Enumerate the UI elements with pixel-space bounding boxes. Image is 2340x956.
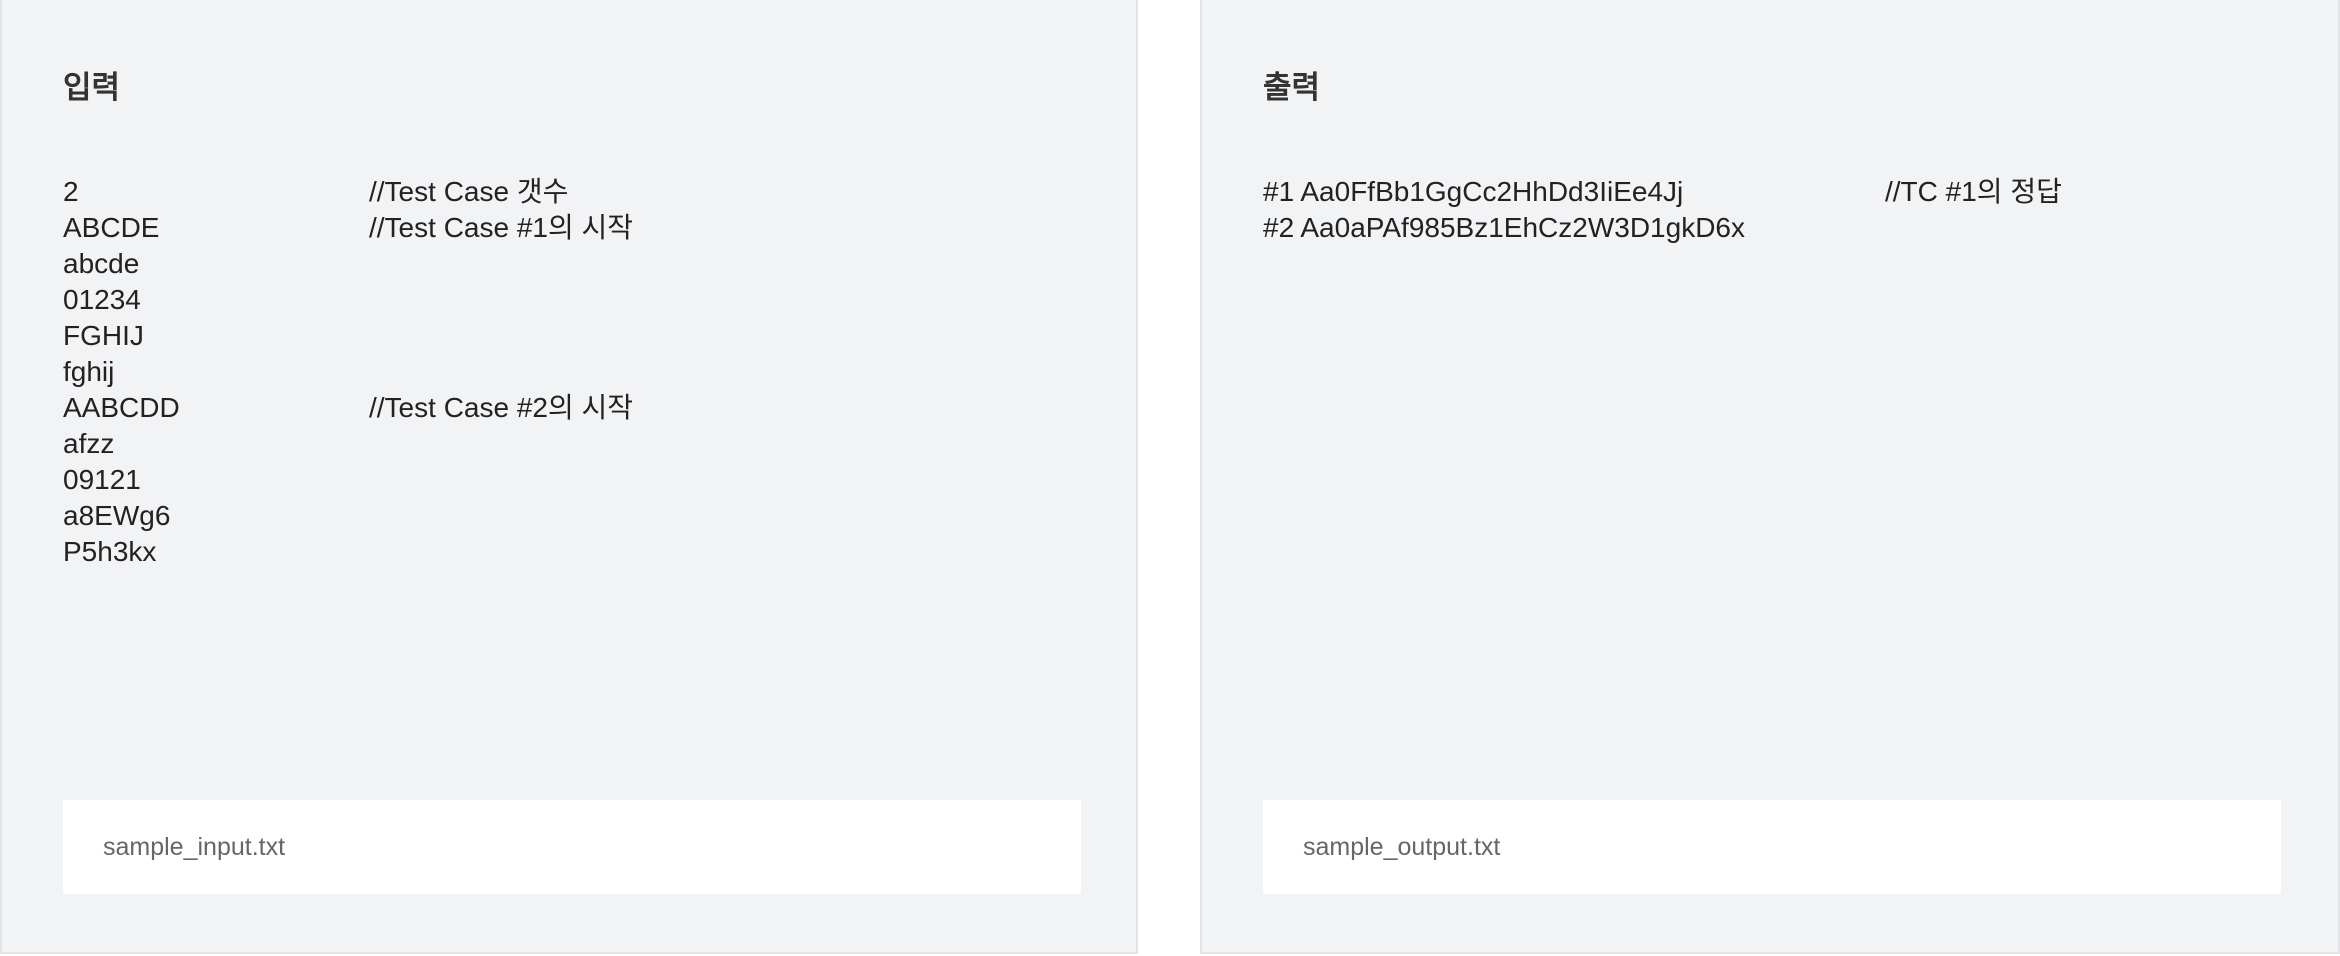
line-text: #2 Aa0aPAf985Bz1EhCz2W3D1gkD6x	[1263, 212, 1745, 243]
input-line: 2 //Test Case 갯수	[63, 174, 568, 210]
line-text: fghij	[63, 356, 115, 387]
line-text: 2	[63, 176, 79, 207]
line-text: P5h3kx	[63, 536, 157, 567]
output-title: 출력	[1263, 70, 1321, 105]
output-panel: 출력 #1 Aa0FfBb1GgCc2HhDd3IiEe4Jj //TC #1의 …	[1200, 0, 2340, 954]
input-line: AABCDD //Test Case #2의 시작	[63, 390, 633, 426]
input-line: fghij	[63, 354, 180, 390]
output-line: #1 Aa0FfBb1GgCc2HhDd3IiEe4Jj //TC #1의 정답	[1263, 174, 2062, 210]
input-line: 01234	[63, 282, 180, 318]
line-text: ABCDE	[63, 212, 160, 243]
input-title: 입력	[63, 70, 121, 105]
output-file-link[interactable]: sample_output.txt	[1263, 800, 2281, 894]
input-panel: 입력 2 //Test Case 갯수 ABCDE //Test Case #1의 시…	[0, 0, 1138, 954]
line-comment: //Test Case #1의 시작	[369, 212, 634, 243]
line-comment: //Test Case #2의 시작	[369, 392, 634, 423]
line-text: FGHIJ	[63, 320, 144, 351]
input-lines: 2 //Test Case 갯수 ABCDE //Test Case #1의 시작 ab…	[63, 174, 633, 570]
line-comment: //Test Case 갯수	[369, 176, 569, 207]
input-line: a8EWg6	[63, 498, 180, 534]
input-line: 09121	[63, 462, 180, 498]
line-text: afzz	[63, 428, 115, 459]
input-line: P5h3kx	[63, 534, 180, 570]
line-text: abcde	[63, 248, 140, 279]
input-line: ABCDE //Test Case #1의 시작	[63, 210, 633, 246]
line-comment: //TC #1의 정답	[1885, 176, 2062, 207]
input-line: afzz	[63, 426, 180, 462]
line-text: a8EWg6	[63, 500, 171, 531]
line-text: 09121	[63, 464, 141, 495]
line-text: #1 Aa0FfBb1GgCc2HhDd3IiEe4Jj	[1263, 176, 1684, 207]
line-text: AABCDD	[63, 392, 180, 423]
line-text: 01234	[63, 284, 141, 315]
input-line: abcde	[63, 246, 180, 282]
output-lines: #1 Aa0FfBb1GgCc2HhDd3IiEe4Jj//TC #1의 정답 #…	[1263, 174, 2062, 246]
input-line: FGHIJ	[63, 318, 180, 354]
input-file-link[interactable]: sample_input.txt	[63, 800, 1081, 894]
output-line: #2 Aa0aPAf985Bz1EhCz2W3D1gkD6x	[1263, 210, 1745, 246]
